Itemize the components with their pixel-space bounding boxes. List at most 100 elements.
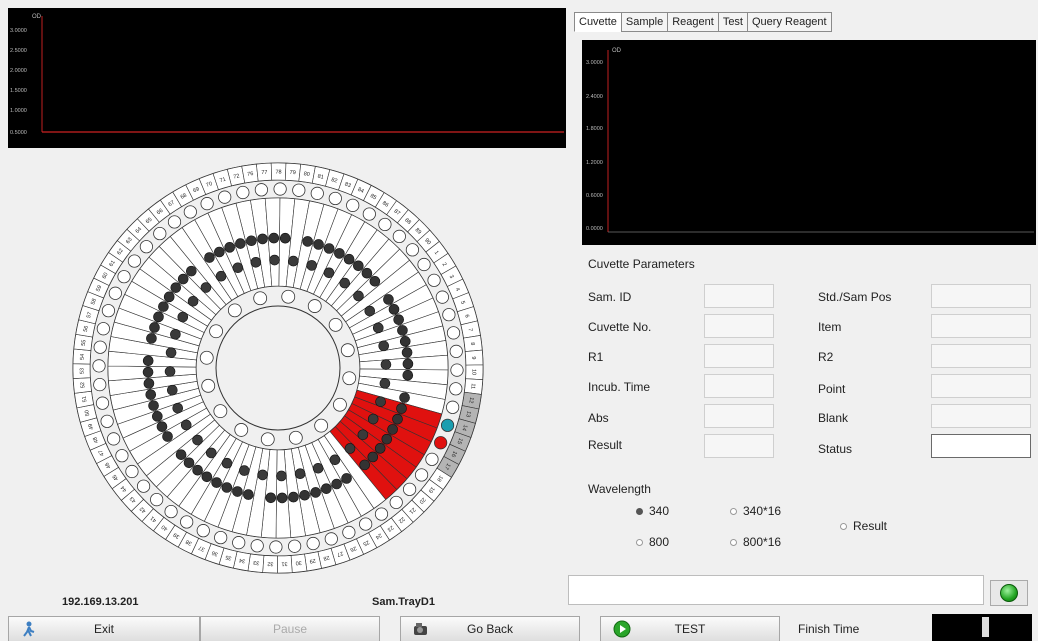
- cuvette-dot: [148, 400, 159, 411]
- od-axis-label: OD: [612, 48, 622, 54]
- test-button[interactable]: TEST: [600, 616, 780, 641]
- cuvette-dot: [152, 411, 163, 422]
- radio-dot: [730, 507, 737, 515]
- cuvette-dot: [232, 262, 244, 274]
- cuvette-dot: [306, 260, 317, 271]
- slot-number: 33: [253, 559, 260, 566]
- tab-sample[interactable]: Sample: [620, 12, 669, 32]
- cuvette-curve-chart: OD 3.0000 2.4000 1.8000 1.2000 0.6000 0.…: [582, 40, 1036, 245]
- cuvette-dot: [156, 421, 168, 432]
- slot-number: 52: [80, 382, 87, 389]
- sample-tube: [164, 504, 178, 519]
- slot-number: 31: [281, 560, 287, 566]
- slot-number: 51: [82, 396, 89, 403]
- param-label-cuvette-no: Cuvette No.: [588, 320, 652, 334]
- sample-tube: [92, 359, 106, 373]
- finish-time-display: [932, 614, 1032, 641]
- cuvette-dot: [276, 470, 287, 482]
- cuvette-dot: [232, 486, 243, 497]
- sample-tube: [292, 183, 306, 197]
- sample-tube: [324, 532, 338, 546]
- pause-button[interactable]: Pause: [200, 616, 380, 641]
- cuvette-dot: [166, 384, 178, 396]
- cuvette-dot: [187, 295, 199, 307]
- radio-dot: [636, 538, 643, 546]
- sample-tube: [153, 226, 167, 241]
- y-tick: 0.5000: [10, 130, 27, 136]
- radio-340x16[interactable]: 340*16: [730, 504, 781, 518]
- slot-number: 54: [80, 354, 86, 360]
- y-tick: 0.0000: [586, 226, 603, 232]
- wavelength-title: Wavelength: [588, 482, 651, 496]
- tab-reagent[interactable]: Reagent: [667, 12, 719, 32]
- cuvette-dot: [269, 254, 280, 266]
- radio-label: 800: [649, 535, 670, 549]
- cuvette-dot: [276, 492, 288, 504]
- go-back-button[interactable]: Go Back: [400, 616, 580, 641]
- tray-ring: [195, 285, 361, 451]
- cuvette-dot: [313, 239, 324, 250]
- cuvette-dot: [215, 270, 227, 282]
- tab-cuvette[interactable]: Cuvette: [574, 12, 622, 32]
- radio-800x16[interactable]: 800*16: [730, 535, 781, 549]
- cuvette-dot: [288, 491, 299, 503]
- go-button[interactable]: [990, 580, 1028, 606]
- ip-address: 192.169.13.201: [62, 596, 139, 608]
- cuvette-dot: [177, 273, 189, 285]
- sample-tube: [93, 340, 107, 354]
- reagent-slot: [199, 350, 214, 365]
- cuvette-dot: [372, 322, 384, 334]
- cuvette-dot: [380, 359, 392, 370]
- sample-tube: [328, 191, 342, 206]
- cuvette-dot: [221, 457, 233, 469]
- cuvette-dot: [192, 434, 203, 446]
- radio-result[interactable]: Result: [840, 519, 887, 533]
- go-back-label: Go Back: [466, 622, 514, 636]
- cuvette-dot: [204, 252, 215, 263]
- cuvette-dot: [149, 322, 160, 333]
- tab-strip: Cuvette Sample Reagent Test Query Reagen…: [574, 12, 832, 32]
- sample-tube: [150, 493, 164, 507]
- sample-tube: [378, 217, 392, 232]
- tab-test[interactable]: Test: [717, 12, 748, 32]
- param-label-incub-time: Incub. Time: [588, 380, 651, 394]
- slot-number: 53: [79, 368, 85, 374]
- slot-number: 56: [83, 325, 90, 332]
- cuvette-dot: [359, 459, 370, 471]
- radio-label: Result: [853, 519, 888, 533]
- sample-tube: [218, 190, 232, 204]
- sample-tube: [101, 304, 116, 318]
- exit-button[interactable]: Exit: [8, 616, 200, 641]
- field-item: [931, 314, 1031, 338]
- slot-number: 79: [289, 170, 296, 176]
- y-tick: 2.0000: [10, 68, 27, 74]
- cuvette-dot: [142, 355, 154, 367]
- field-std-sam-pos: [931, 284, 1031, 308]
- param-label-r2: R2: [818, 350, 834, 364]
- param-label-abs: Abs: [588, 411, 609, 425]
- cuvette-dot: [243, 489, 254, 500]
- cuvette-dot: [224, 242, 235, 253]
- cuvette-dot: [334, 248, 345, 259]
- cuvette-dot: [265, 492, 277, 504]
- cuvette-dot: [379, 378, 391, 389]
- sample-tube: [254, 183, 268, 197]
- radio-800[interactable]: 800: [636, 535, 669, 549]
- field-sam-id: [704, 284, 774, 308]
- od-axis-label: OD: [32, 14, 42, 20]
- sample-tube: [200, 197, 214, 211]
- radio-340[interactable]: 340: [636, 504, 669, 518]
- param-label-std-sam-pos: Std./Sam Pos: [818, 290, 892, 304]
- cuvette-dot: [344, 443, 356, 454]
- cuvette-dot: [397, 325, 408, 336]
- sample-tube: [127, 254, 142, 268]
- tab-query-reagent[interactable]: Query Reagent: [747, 12, 832, 32]
- cuvette-dot: [214, 246, 225, 258]
- cuvette-dot: [175, 449, 187, 460]
- cuvette-dot: [378, 340, 390, 352]
- field-r1: [704, 344, 774, 368]
- cuvette-dot: [172, 402, 184, 414]
- cuvette-dot: [323, 267, 335, 279]
- sample-tube: [196, 524, 210, 538]
- cuvette-dot: [145, 389, 157, 400]
